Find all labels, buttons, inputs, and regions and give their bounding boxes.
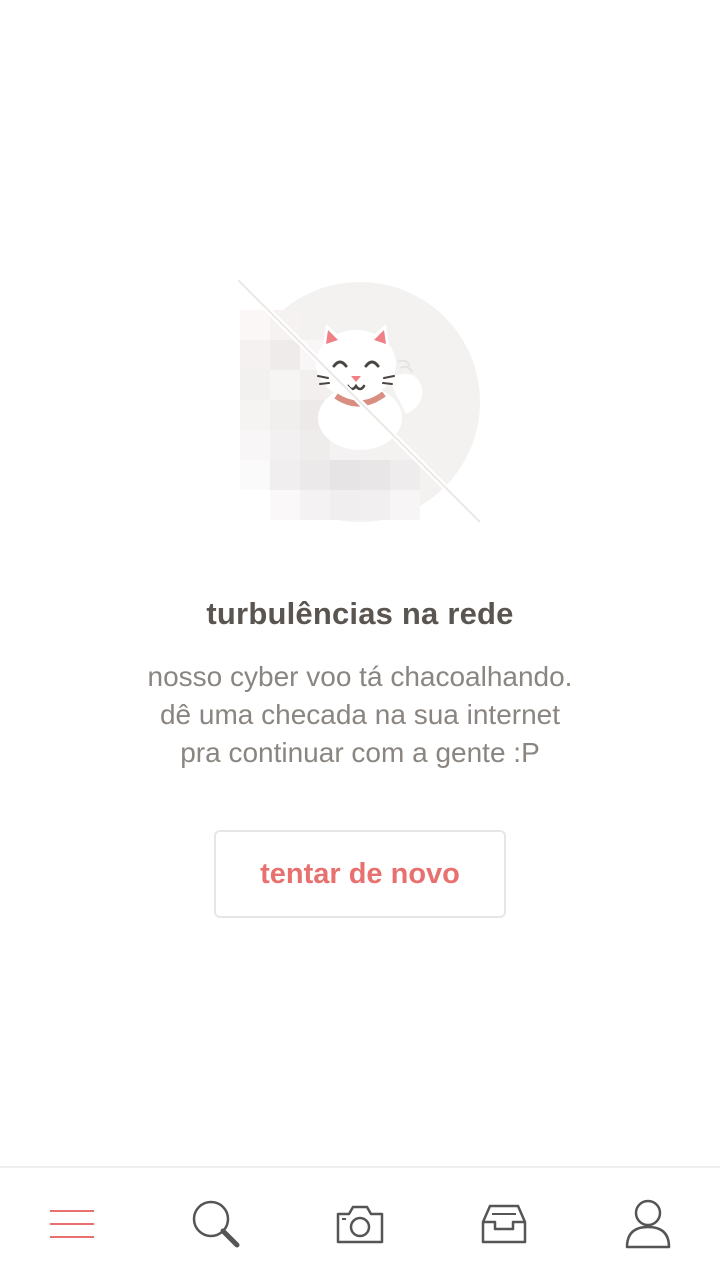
offline-lucky-cat-illustration — [238, 280, 482, 524]
error-message-line: pra continuar com a gente :P — [180, 737, 540, 768]
tab-camera[interactable] — [288, 1168, 432, 1280]
inbox-icon — [481, 1204, 527, 1244]
tab-search[interactable] — [144, 1168, 288, 1280]
tab-inbox[interactable] — [432, 1168, 576, 1280]
profile-icon — [625, 1199, 671, 1249]
bottom-tab-bar — [0, 1166, 720, 1280]
error-title: turbulências na rede — [206, 596, 514, 631]
camera-icon — [336, 1205, 384, 1244]
error-message: nosso cyber voo tá chacoalhando. dê uma … — [60, 658, 660, 772]
offline-screen: turbulências na rede nosso cyber voo tá … — [0, 0, 720, 1280]
search-icon — [192, 1200, 240, 1248]
error-message-line: dê uma checada na sua internet — [159, 699, 561, 730]
tab-menu[interactable] — [0, 1168, 144, 1280]
error-message-line: nosso cyber voo tá chacoalhando. — [147, 661, 573, 692]
menu-icon — [50, 1210, 94, 1238]
tab-profile[interactable] — [576, 1168, 720, 1280]
retry-button[interactable]: tentar de novo — [214, 830, 506, 918]
